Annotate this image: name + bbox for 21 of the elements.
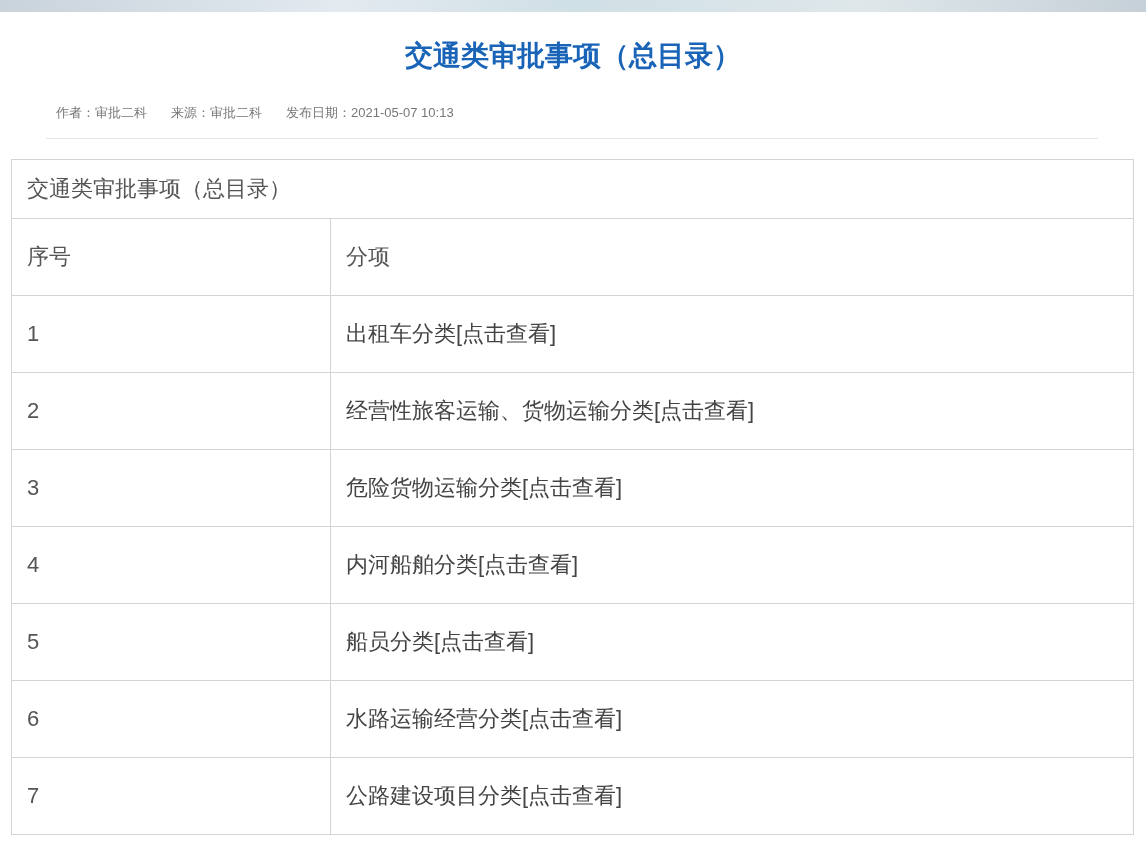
number-cell: 7 bbox=[11, 757, 331, 835]
category-link[interactable]: 经营性旅客运输、货物运输分类[点击查看] bbox=[346, 398, 755, 423]
number-cell: 1 bbox=[11, 295, 331, 373]
number-cell: 4 bbox=[11, 526, 331, 604]
category-link[interactable]: 危险货物运输分类[点击查看] bbox=[346, 475, 623, 500]
meta-text: 来源：审批二科 bbox=[171, 105, 262, 121]
category-link[interactable]: 出租车分类[点击查看] bbox=[346, 321, 557, 346]
number-cell: 2 bbox=[11, 372, 331, 450]
column-header: 分项 bbox=[330, 218, 1134, 296]
article-title: 交通类审批事项（总目录） bbox=[404, 39, 742, 73]
category-link[interactable]: 船员分类[点击查看] bbox=[346, 629, 535, 654]
number-cell: 5 bbox=[11, 603, 331, 681]
number-cell: 6 bbox=[11, 680, 331, 758]
meta-text: 发布日期：2021-05-07 10:13 bbox=[286, 105, 454, 121]
category-link[interactable]: 水路运输经营分类[点击查看] bbox=[346, 706, 623, 731]
table-caption: 交通类审批事项（总目录） bbox=[11, 159, 1134, 219]
number-cell: 3 bbox=[11, 449, 331, 527]
category-link[interactable]: 内河船舶分类[点击查看] bbox=[346, 552, 579, 577]
meta-text: 作者：审批二科 bbox=[56, 105, 147, 121]
category-link[interactable]: 公路建设项目分类[点击查看] bbox=[346, 783, 623, 808]
column-header: 序号 bbox=[11, 218, 331, 296]
